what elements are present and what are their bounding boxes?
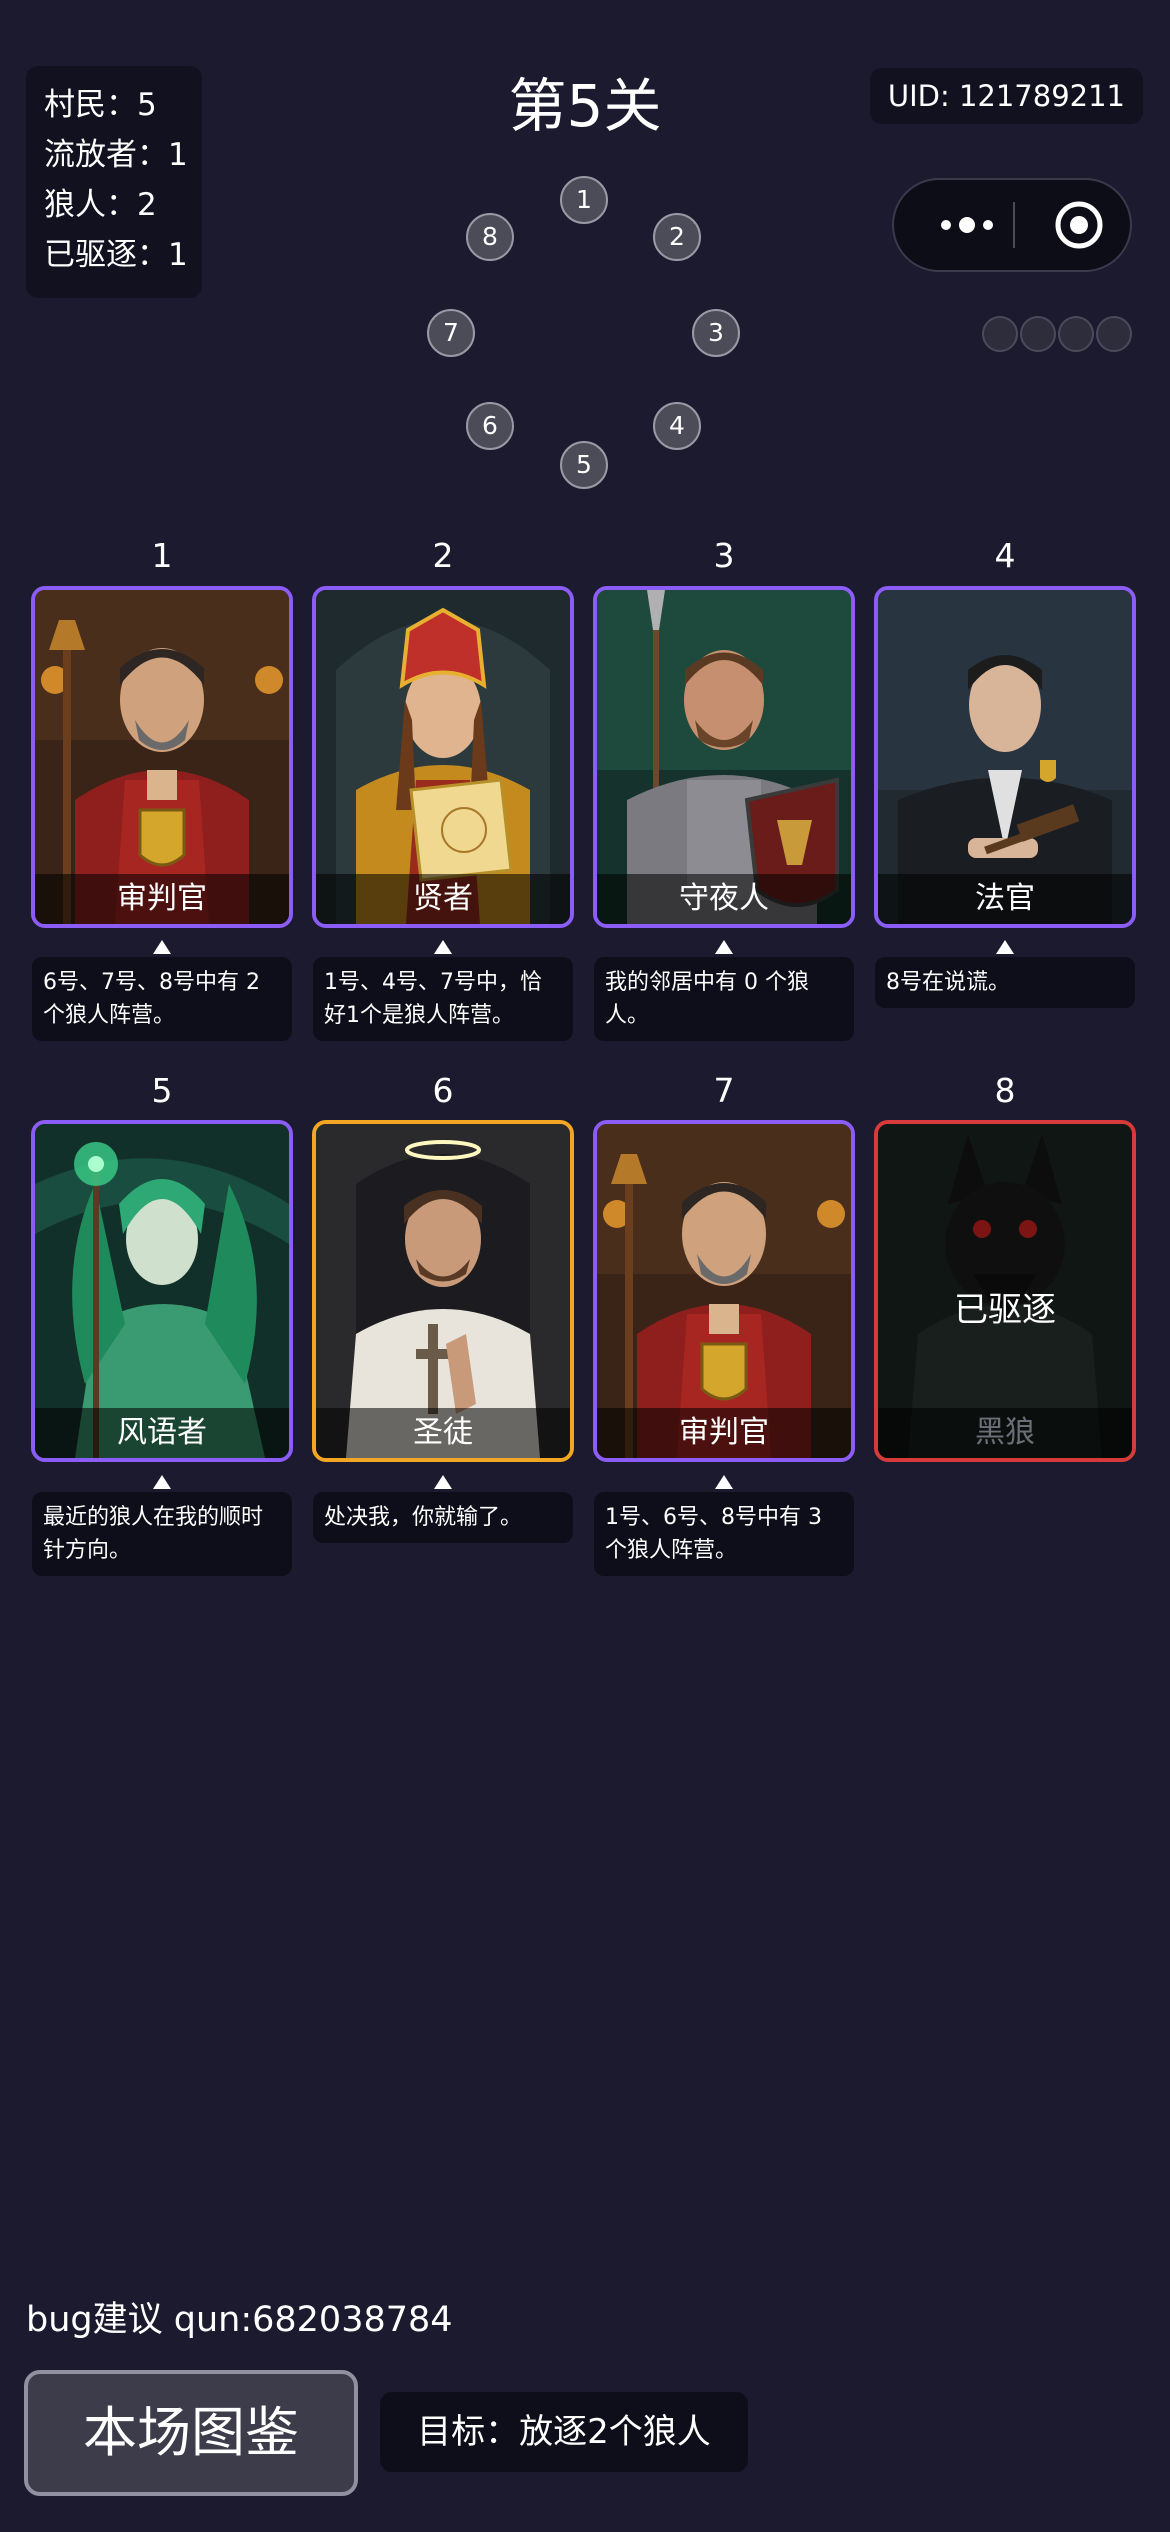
codex-button[interactable]: 本场图鉴	[24, 2370, 358, 2496]
statement-bubble: 1号、4号、7号中，恰好1个是狼人阵营。	[313, 957, 573, 1041]
bubble-pointer	[434, 940, 452, 954]
player-number: 1	[151, 536, 173, 575]
statement-bubble: 1号、6号、8号中有 3 个狼人阵营。	[594, 1492, 854, 1576]
indicator-dot	[1058, 316, 1094, 352]
bubble-pointer	[434, 1475, 452, 1489]
expelled-count: 已驱逐：1	[44, 237, 188, 273]
bubble-pointer	[153, 940, 171, 954]
statement-bubble: 最近的狼人在我的顺时针方向。	[32, 1492, 292, 1576]
indicator-dot	[1096, 316, 1132, 352]
player-card-5[interactable]: 风语者	[31, 1120, 293, 1462]
bubble-pointer	[715, 940, 733, 954]
more-options-icon[interactable]	[924, 180, 1010, 270]
statement-bubble: 处决我，你就输了。	[313, 1492, 573, 1543]
player-card-6[interactable]: 圣徒	[312, 1120, 574, 1462]
page-indicator-dots	[982, 316, 1138, 352]
player-number: 2	[432, 536, 454, 575]
player-card-8[interactable]: 已驱逐 黑狼	[874, 1120, 1136, 1462]
player-number: 3	[713, 536, 735, 575]
role-label: 圣徒	[316, 1408, 570, 1458]
player-card-3[interactable]: 守夜人	[593, 586, 855, 928]
role-label: 风语者	[35, 1408, 289, 1458]
capsule-divider	[1013, 202, 1015, 248]
player-card-2[interactable]: 贤者	[312, 586, 574, 928]
seat-1[interactable]: 1	[560, 176, 608, 224]
player-card-7[interactable]: 审判官	[593, 1120, 855, 1462]
werewolf-count: 狼人：2	[44, 187, 157, 223]
role-label: 法官	[878, 874, 1132, 924]
bubble-pointer	[996, 940, 1014, 954]
expelled-status: 已驱逐	[954, 1290, 1056, 1330]
seat-7[interactable]: 7	[427, 309, 475, 357]
bubble-pointer	[715, 1475, 733, 1489]
indicator-dot	[982, 316, 1018, 352]
statement-bubble: 我的邻居中有 0 个狼人。	[594, 957, 854, 1041]
seat-8[interactable]: 8	[466, 213, 514, 261]
role-label: 审判官	[597, 1408, 851, 1458]
role-label: 贤者	[316, 874, 570, 924]
seat-2[interactable]: 2	[653, 213, 701, 261]
player-number: 6	[432, 1071, 454, 1110]
uid-badge: UID: 121789211	[869, 68, 1143, 124]
seat-3[interactable]: 3	[692, 309, 740, 357]
goal-text: 目标：放逐2个狼人	[380, 2392, 748, 2472]
player-number: 4	[994, 536, 1016, 575]
role-label: 守夜人	[597, 874, 851, 924]
statement-bubble: 8号在说谎。	[875, 957, 1135, 1008]
player-number: 8	[994, 1071, 1016, 1110]
indicator-dot	[1020, 316, 1056, 352]
bug-report-text: bug建议 qun:682038784	[26, 2300, 453, 2340]
statement-bubble: 6号、7号、8号中有 2 个狼人阵营。	[32, 957, 292, 1041]
player-card-4[interactable]: 法官	[874, 586, 1136, 928]
seat-5[interactable]: 5	[560, 441, 608, 489]
player-number: 7	[713, 1071, 735, 1110]
bubble-pointer	[153, 1475, 171, 1489]
player-number: 5	[151, 1071, 173, 1110]
role-label: 审判官	[35, 874, 289, 924]
close-miniprogram-icon[interactable]	[1044, 180, 1114, 270]
seat-6[interactable]: 6	[466, 402, 514, 450]
role-label: 黑狼	[878, 1408, 1132, 1458]
seat-4[interactable]: 4	[653, 402, 701, 450]
miniprogram-capsule	[892, 178, 1132, 272]
player-card-1[interactable]: 审判官	[31, 586, 293, 928]
